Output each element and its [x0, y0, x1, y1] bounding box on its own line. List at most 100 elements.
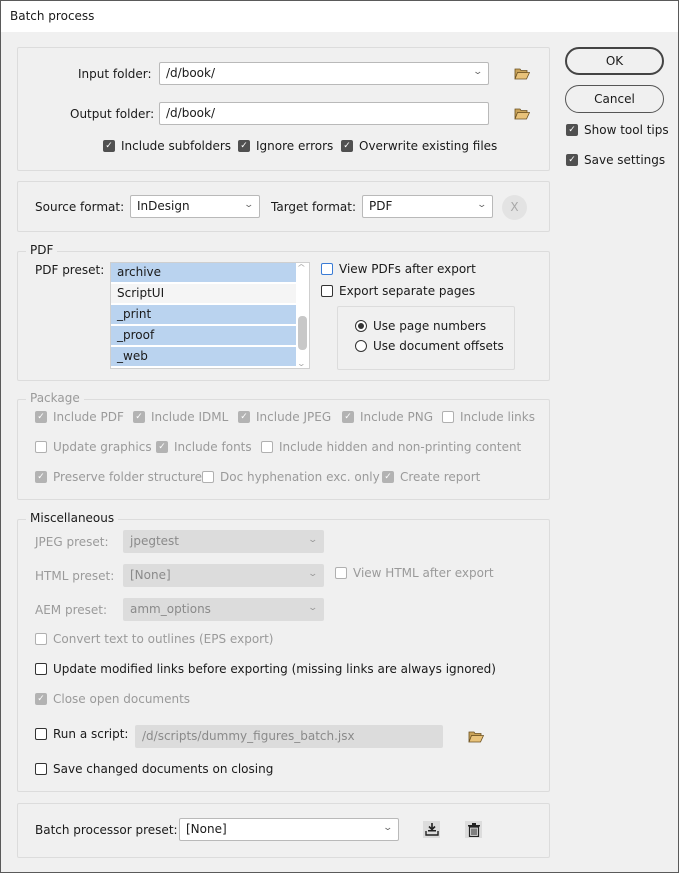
show-tool-tips-checkbox[interactable]: ✓ Show tool tips [566, 123, 669, 137]
pdf-preset-label: PDF preset: [35, 263, 105, 277]
save-preset-button[interactable] [423, 821, 440, 838]
doc-hyphenation-label: Doc hyphenation exc. only [220, 470, 380, 484]
checkbox-box[interactable]: ✓ [156, 441, 168, 453]
folder-open-icon[interactable] [514, 108, 530, 120]
input-folder-dropdown[interactable]: /d/book/ ⌄ [159, 62, 489, 85]
checkbox-box[interactable]: ✓ [35, 471, 47, 483]
preserve-folder-structure-checkbox[interactable]: ✓ Preserve folder structure [35, 470, 202, 484]
update-graphics-checkbox[interactable]: Update graphics [35, 440, 152, 454]
include-fonts-checkbox[interactable]: ✓ Include fonts [156, 440, 252, 454]
checkbox-box[interactable]: ✓ [35, 693, 47, 705]
include-jpeg-checkbox[interactable]: ✓ Include JPEG [238, 410, 331, 424]
aem-preset-dropdown[interactable]: amm_options ⌄ [123, 598, 324, 621]
list-scrollbar[interactable]: ^ ⌄ [296, 263, 309, 368]
aem-preset-value: amm_options [130, 602, 211, 616]
use-document-offsets-radio[interactable]: Use document offsets [355, 339, 504, 353]
clear-format-button[interactable]: X [502, 195, 527, 220]
pdf-group-label: PDF [26, 243, 58, 257]
list-item[interactable]: ScriptUI [111, 284, 297, 304]
checkbox-box[interactable]: ✓ [35, 411, 47, 423]
input-folder-value: /d/book/ [166, 66, 215, 80]
html-preset-dropdown[interactable]: [None] ⌄ [123, 564, 324, 587]
checkbox-box[interactable] [261, 441, 273, 453]
checkbox-box[interactable] [35, 441, 47, 453]
folder-open-icon[interactable] [514, 68, 530, 80]
page-mode-panel [337, 306, 515, 370]
checkbox-box[interactable] [35, 728, 47, 740]
window-title: Batch process [10, 9, 95, 23]
checkbox-box[interactable] [35, 633, 47, 645]
ignore-errors-checkbox[interactable]: ✓ Ignore errors [238, 139, 333, 153]
include-png-label: Include PNG [360, 410, 434, 424]
checkbox-box[interactable]: ✓ [566, 124, 578, 136]
checkbox-box[interactable] [442, 411, 454, 423]
checkbox-box[interactable] [202, 471, 214, 483]
jpeg-preset-dropdown[interactable]: jpegtest ⌄ [123, 530, 324, 553]
checkbox-box[interactable]: ✓ [133, 411, 145, 423]
checkbox-box[interactable]: ✓ [342, 411, 354, 423]
run-script-label: Run a script: [53, 727, 129, 741]
close-documents-checkbox[interactable]: ✓ Close open documents [35, 692, 190, 706]
ok-button[interactable]: OK [565, 47, 664, 75]
include-pdf-label: Include PDF [53, 410, 124, 424]
cancel-button[interactable]: Cancel [565, 85, 664, 113]
checkbox-box[interactable] [321, 285, 333, 297]
update-links-checkbox[interactable]: Update modified links before exporting (… [35, 662, 496, 676]
list-item[interactable]: _web [111, 347, 297, 367]
trash-icon [467, 822, 480, 837]
checkbox-box[interactable] [321, 263, 333, 275]
checkbox-box[interactable] [335, 567, 347, 579]
convert-outlines-checkbox[interactable]: Convert text to outlines (EPS export) [35, 632, 273, 646]
folder-open-icon[interactable] [468, 731, 484, 743]
pdf-preset-listbox[interactable]: archive ScriptUI _print _proof _web ^ ⌄ [110, 262, 310, 369]
checkbox-box[interactable]: ✓ [238, 140, 250, 152]
checkbox-box[interactable]: ✓ [238, 411, 250, 423]
export-separate-pages-checkbox[interactable]: Export separate pages [321, 284, 475, 298]
output-folder-value: /d/book/ [166, 106, 215, 120]
source-format-dropdown[interactable]: InDesign ⌄ [130, 195, 260, 218]
list-item[interactable]: archive [111, 263, 297, 283]
checkbox-box[interactable]: ✓ [566, 154, 578, 166]
doc-hyphenation-checkbox[interactable]: Doc hyphenation exc. only [202, 470, 380, 484]
include-png-checkbox[interactable]: ✓ Include PNG [342, 410, 433, 424]
scroll-up-icon[interactable]: ^ [297, 263, 306, 272]
checkbox-box[interactable]: ✓ [341, 140, 353, 152]
aem-preset-label: AEM preset: [35, 603, 108, 617]
save-settings-checkbox[interactable]: ✓ Save settings [566, 153, 665, 167]
batch-preset-label: Batch processor preset: [35, 823, 178, 837]
run-script-checkbox[interactable]: Run a script: [35, 727, 128, 741]
view-html-checkbox[interactable]: View HTML after export [335, 566, 494, 580]
scroll-thumb[interactable] [298, 316, 307, 350]
chevron-down-icon: ⌄ [382, 823, 394, 833]
include-jpeg-label: Include JPEG [256, 410, 332, 424]
checkbox-box[interactable] [35, 763, 47, 775]
html-preset-value: [None] [130, 568, 171, 582]
overwrite-existing-checkbox[interactable]: ✓ Overwrite existing files [341, 139, 497, 153]
delete-preset-button[interactable] [465, 821, 482, 838]
target-format-value: PDF [369, 199, 393, 213]
checkbox-box[interactable] [35, 663, 47, 675]
output-folder-input[interactable]: /d/book/ [159, 102, 489, 125]
include-subfolders-checkbox[interactable]: ✓ Include subfolders [103, 139, 231, 153]
include-hidden-checkbox[interactable]: Include hidden and non-printing content [261, 440, 521, 454]
list-item[interactable]: _print [111, 305, 297, 325]
checkbox-box[interactable]: ✓ [103, 140, 115, 152]
use-page-numbers-radio[interactable]: Use page numbers [355, 319, 486, 333]
target-format-dropdown[interactable]: PDF ⌄ [362, 195, 493, 218]
scroll-down-icon[interactable]: ⌄ [297, 359, 306, 368]
include-pdf-checkbox[interactable]: ✓ Include PDF [35, 410, 124, 424]
radio-circle[interactable] [355, 320, 367, 332]
view-pdfs-label: View PDFs after export [339, 262, 476, 276]
radio-circle[interactable] [355, 340, 367, 352]
chevron-down-icon: ⌄ [243, 200, 255, 210]
batch-preset-dropdown[interactable]: [None] ⌄ [179, 818, 399, 841]
include-idml-checkbox[interactable]: ✓ Include IDML [133, 410, 228, 424]
include-fonts-label: Include fonts [174, 440, 252, 454]
list-item[interactable]: _proof [111, 326, 297, 346]
view-pdfs-checkbox[interactable]: View PDFs after export [321, 262, 476, 276]
checkbox-box[interactable]: ✓ [382, 471, 394, 483]
save-changed-checkbox[interactable]: Save changed documents on closing [35, 762, 273, 776]
include-links-checkbox[interactable]: Include links [442, 410, 535, 424]
create-report-checkbox[interactable]: ✓ Create report [382, 470, 480, 484]
script-path-input[interactable]: /d/scripts/dummy_figures_batch.jsx [135, 725, 443, 748]
